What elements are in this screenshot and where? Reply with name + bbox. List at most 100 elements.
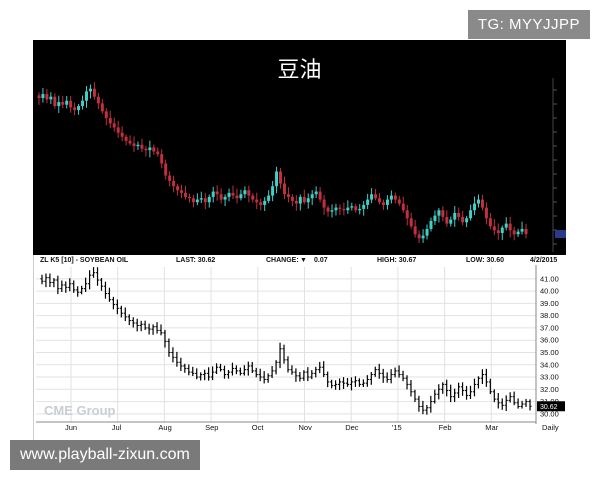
candle-body (183, 192, 187, 197)
candle-body (223, 196, 227, 200)
cme-group-watermark: CME Group (44, 403, 116, 418)
candle-body (207, 196, 211, 203)
y-tick-label: 37.00 (540, 323, 559, 332)
candle-body (49, 96, 53, 100)
x-tick-label: Sep (205, 423, 218, 432)
y-tick-label: 35.00 (540, 348, 559, 357)
candle-body (318, 191, 322, 200)
candle-body (449, 219, 453, 224)
candle-body (302, 196, 306, 203)
candle-body (290, 196, 294, 201)
candle-body (473, 203, 477, 211)
candle-body (136, 144, 140, 147)
candle-body (413, 226, 417, 235)
candle-body (112, 123, 116, 128)
candle-body (124, 136, 128, 141)
candle-body (461, 216, 465, 223)
candle-body (437, 210, 441, 216)
candle-body (53, 96, 57, 107)
candlestick-plot (37, 78, 566, 252)
candle-body (366, 199, 370, 205)
candle-body (132, 143, 136, 147)
candle-body (37, 95, 41, 99)
candle-body (104, 111, 108, 119)
candle-body (84, 91, 88, 101)
candle-body (362, 204, 366, 209)
candle-body (231, 192, 235, 196)
candle-body (120, 132, 124, 137)
tg-badge: TG: MYYJJPP (467, 10, 590, 39)
last-price-marker (555, 230, 566, 239)
soybean-oil-candlestick-chart: 豆油 (33, 40, 566, 255)
candle-body (358, 208, 362, 211)
candle-body (346, 207, 350, 211)
candle-body (152, 147, 156, 152)
candle-body (41, 94, 45, 99)
candle-body (148, 147, 152, 151)
candle-body (61, 102, 65, 105)
candle-body (267, 195, 271, 201)
candle-body (77, 106, 81, 111)
candle-body (180, 190, 184, 193)
candle-body (286, 194, 290, 197)
candle-body (484, 207, 488, 219)
x-tick-label: Aug (158, 423, 171, 432)
y-tick-label: 32.00 (540, 385, 559, 394)
candle-body (88, 88, 92, 92)
candle-body (504, 223, 508, 228)
candle-body (294, 200, 298, 204)
candle-body (92, 88, 96, 97)
candle-body (488, 218, 492, 227)
candle-body (219, 194, 223, 200)
candle-body (401, 203, 405, 211)
x-tick-label: Jun (65, 423, 77, 432)
candle-body (469, 210, 473, 219)
candle-body (314, 191, 318, 195)
candle-body (259, 202, 263, 205)
candle-body (164, 163, 168, 176)
y-tick-label: 34.00 (540, 360, 559, 369)
candle-body (397, 199, 401, 204)
candle-body (508, 223, 512, 231)
candle-body (172, 180, 176, 187)
candle-body (144, 148, 148, 151)
y-tick-label: 36.00 (540, 336, 559, 345)
candle-body (282, 183, 286, 195)
candle-body (227, 192, 231, 197)
candle-body (500, 227, 504, 233)
candle-body (176, 186, 180, 191)
candle-body (465, 218, 469, 223)
candle-body (334, 207, 338, 211)
candle-body (215, 191, 219, 195)
x-tick-label: Dec (345, 423, 359, 432)
candle-body (354, 206, 358, 211)
x-tick-label: Daily (542, 423, 559, 432)
candle-body (108, 118, 112, 124)
candle-body (73, 107, 77, 111)
candle-body (160, 154, 164, 164)
candle-body (187, 196, 191, 199)
candle-body (417, 234, 421, 239)
candle-body (350, 206, 354, 208)
website-watermark: www.playball-zixun.com (10, 440, 200, 470)
candle-body (524, 228, 528, 235)
candle-body (429, 220, 433, 229)
candle-body (275, 171, 279, 187)
x-tick-label: Mar (485, 423, 498, 432)
candle-body (370, 194, 374, 200)
candle-body (477, 199, 481, 204)
candle-body (168, 175, 172, 181)
soybean-oil-ohlc-chart: ZL K5 [10] - SOYBEAN OIL LAST: 30.62 CHA… (33, 255, 567, 440)
candle-body (45, 94, 49, 100)
last-price-label: 30.62 (540, 404, 558, 411)
candle-body (195, 199, 199, 203)
candle-body (191, 198, 195, 203)
candle-body (457, 212, 461, 217)
candle-body (255, 199, 259, 203)
candle-body (116, 127, 120, 133)
candle-body (65, 100, 69, 105)
candle-body (516, 231, 520, 235)
candle-body (389, 195, 393, 200)
candle-body (156, 151, 160, 155)
candle-body (235, 195, 239, 199)
